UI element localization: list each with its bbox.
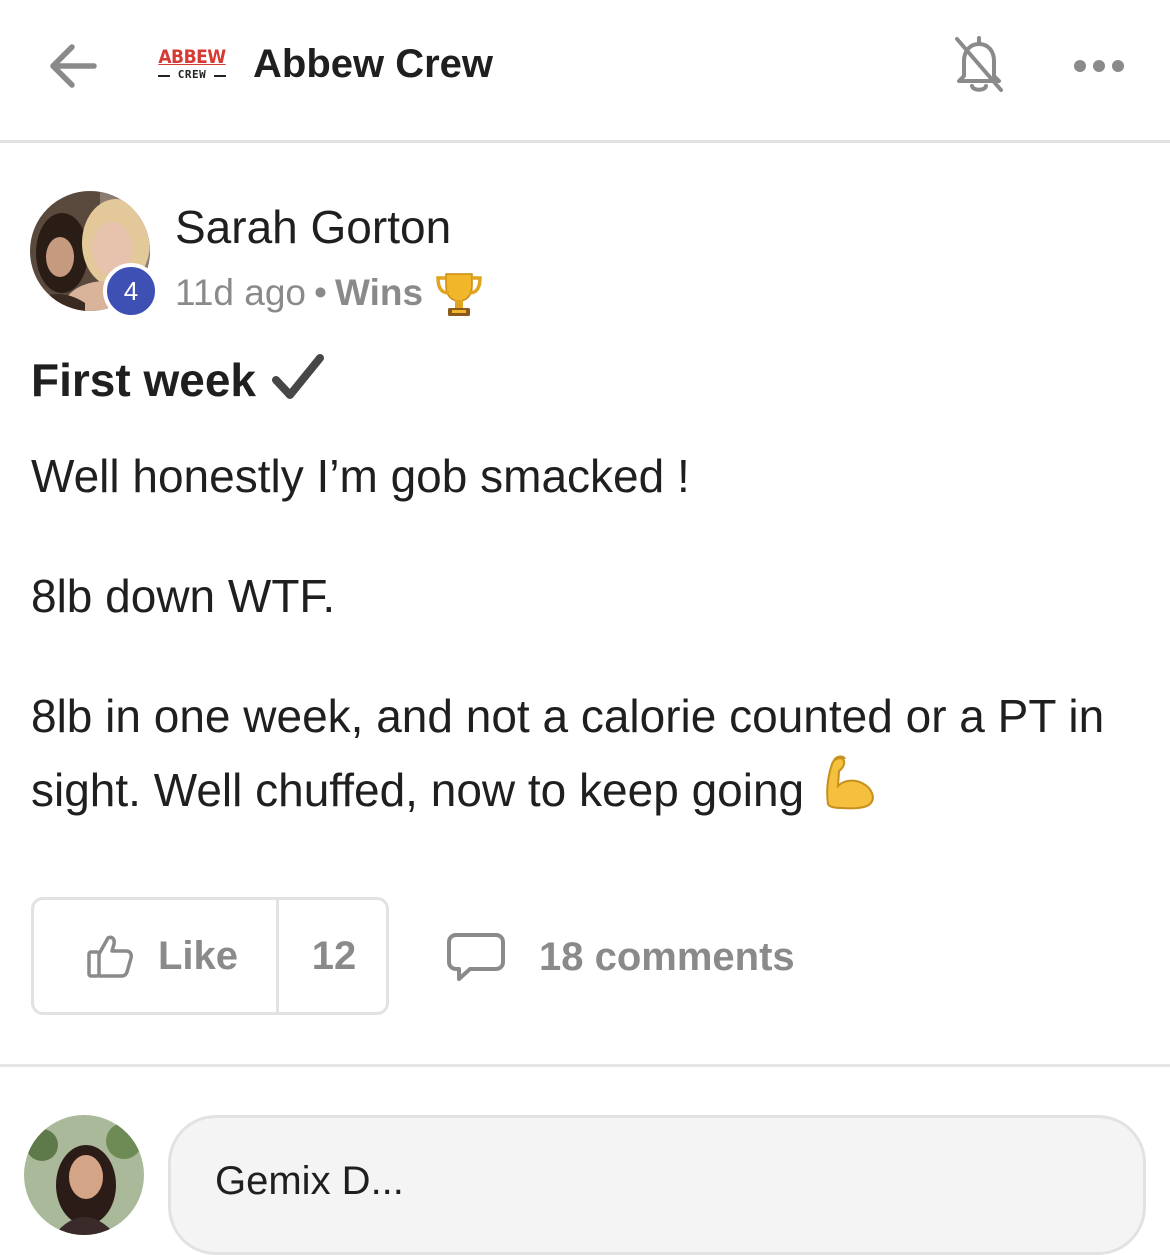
thumbs-up-icon — [87, 935, 133, 978]
section-divider — [0, 1064, 1170, 1067]
post-meta: 11d ago • Wins — [175, 268, 485, 318]
more-options-button[interactable] — [1070, 50, 1128, 82]
post-time: 11d ago — [175, 272, 306, 313]
author-name[interactable]: Sarah Gorton — [175, 199, 451, 255]
flexed-biceps-icon — [826, 755, 874, 810]
post-body-paragraph: Well honestly I’m gob smacked ! — [31, 450, 690, 502]
post-body-text: 8lb in one week, and not a calorie count… — [31, 690, 1105, 816]
notifications-toggle-button[interactable] — [948, 30, 1010, 98]
post-title-text: First week — [31, 354, 256, 406]
like-button[interactable]: Like — [34, 900, 277, 1012]
author-avatar[interactable]: 4 — [30, 191, 159, 319]
commenter-avatar[interactable] — [24, 1115, 144, 1235]
comment-bubble-icon — [447, 933, 505, 981]
comments-count-label: 18 comments — [539, 935, 795, 979]
group-logo[interactable]: ABBEW CREW — [156, 46, 228, 88]
comments-button[interactable]: 18 comments — [446, 925, 806, 989]
meta-separator: • — [314, 272, 327, 313]
logo-wordmark: ABBEW — [158, 46, 226, 68]
app-header: ABBEW CREW Abbew Crew — [0, 0, 1170, 140]
post-body-paragraph: 8lb down WTF. — [31, 570, 336, 622]
more-horizontal-icon — [1074, 60, 1124, 72]
like-count[interactable]: 12 — [279, 930, 389, 982]
comment-bubble[interactable]: Gemix D... — [168, 1115, 1146, 1255]
post-body-paragraph: 8lb in one week, and not a calorie count… — [31, 680, 1146, 826]
like-label: Like — [158, 934, 239, 978]
level-badge: 4 — [103, 263, 159, 319]
bell-off-icon — [955, 36, 1003, 92]
like-control: Like 12 — [31, 897, 389, 1015]
header-divider — [0, 140, 1170, 143]
post-category[interactable]: Wins — [335, 272, 423, 313]
back-button[interactable] — [40, 36, 106, 96]
arrow-left-icon — [50, 44, 97, 88]
commenter-name: Gemix D... — [215, 1159, 404, 1203]
post-title: First week — [31, 350, 328, 410]
group-title[interactable]: Abbew Crew — [253, 38, 493, 90]
trophy-icon — [436, 273, 482, 316]
check-mark-icon — [272, 354, 324, 399]
